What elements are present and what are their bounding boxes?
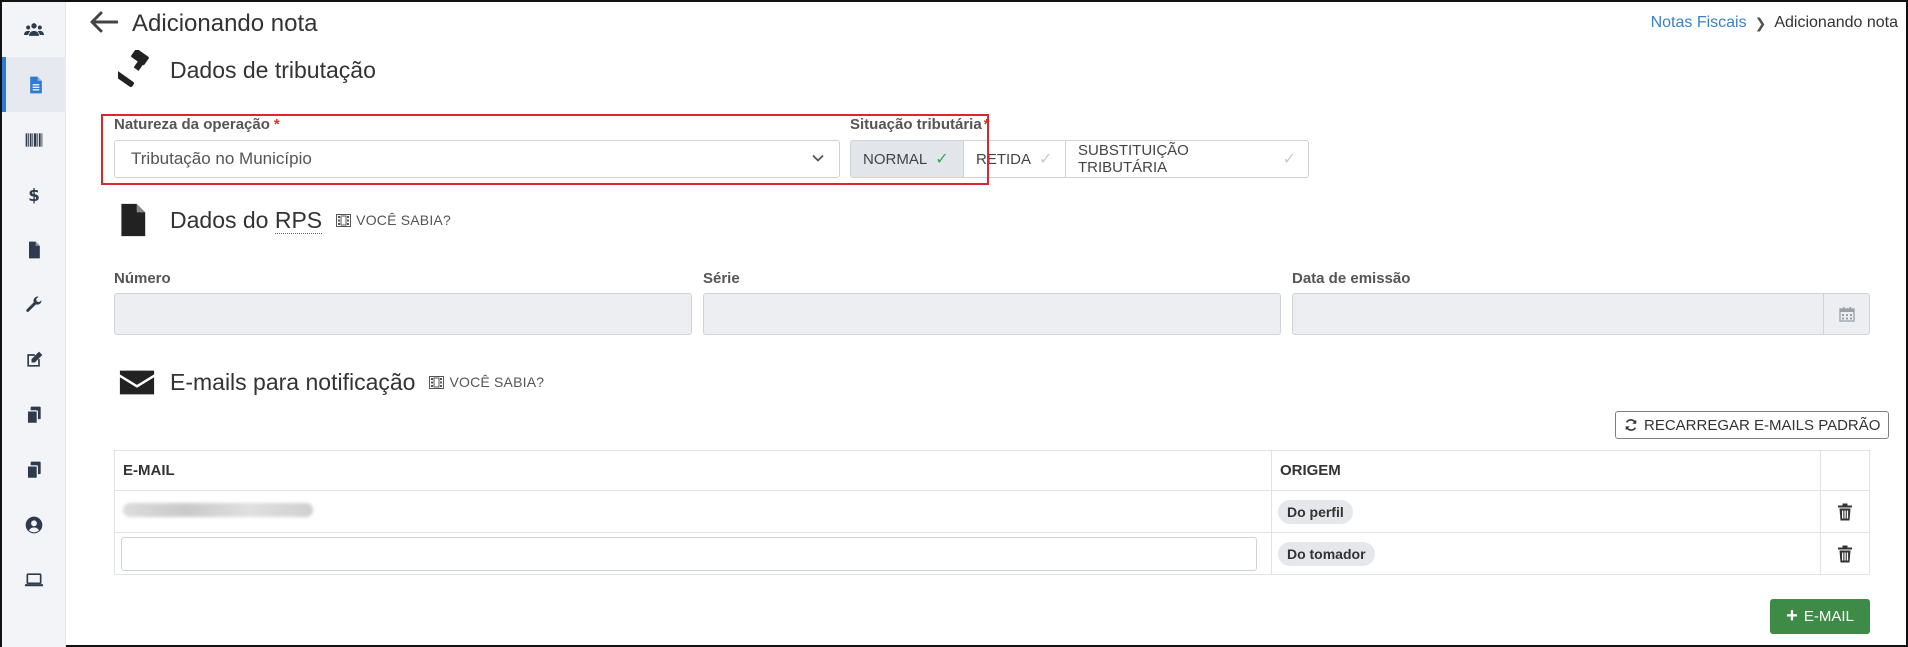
breadcrumb-link-notas-fiscais[interactable]: Notas Fiscais: [1651, 14, 1747, 32]
envelope-icon: [119, 370, 155, 395]
users-icon: [24, 22, 44, 36]
sidebar-item-copiar[interactable]: [2, 387, 66, 442]
section-rps-header: Dados do RPS VOCÊ SABIA?: [118, 200, 451, 240]
check-icon: ✓: [935, 151, 949, 168]
sidebar-item-notas[interactable]: [2, 57, 66, 112]
wrench-icon: [26, 296, 42, 312]
situacao-segmented-control: NORMAL ✓ RETIDA ✓ SUBSTITUIÇÃO TRIBUTÁRIA ✓: [850, 140, 1309, 178]
sidebar-item-financeiro[interactable]: $: [2, 167, 66, 222]
copy-icon: [26, 461, 41, 479]
sidebar-item-ferramentas[interactable]: [2, 277, 66, 332]
situacao-option-retida[interactable]: RETIDA ✓: [963, 140, 1066, 178]
actions-cell: [1820, 490, 1870, 533]
reload-emails-label: RECARREGAR E-MAILS PADRÃO: [1644, 416, 1881, 434]
film-icon: [429, 375, 445, 389]
serie-label: Série: [703, 270, 740, 287]
actions-cell: [1820, 532, 1870, 575]
sidebar-item-perfil[interactable]: [2, 497, 66, 552]
section-tributacao-header: Dados de tributação: [118, 50, 376, 90]
refresh-icon: [1625, 419, 1637, 431]
data-emissao-label: Data de emissão: [1292, 270, 1411, 287]
edit-icon: [27, 351, 43, 367]
laptop-icon: [24, 572, 44, 586]
origem-cell: Do tomador: [1270, 532, 1822, 575]
plus-icon: +: [1786, 605, 1798, 627]
situacao-option-substituicao[interactable]: SUBSTITUIÇÃO TRIBUTÁRIA ✓: [1065, 140, 1309, 178]
email-cell: [114, 532, 1272, 575]
copy-icon: [26, 406, 41, 424]
redacted-email: [123, 503, 313, 517]
page-header: Adicionando nota: [90, 6, 317, 42]
trash-icon[interactable]: [1837, 545, 1853, 563]
email-cell: [114, 490, 1272, 533]
chevron-down-icon: [812, 154, 824, 162]
chevron-right-icon: ❯: [1754, 14, 1767, 31]
email-input[interactable]: [121, 536, 1257, 571]
rps-abbreviation: RPS: [274, 206, 323, 234]
voce-sabia-link-emails[interactable]: VOCÊ SABIA?: [429, 374, 544, 390]
sidebar-item-users[interactable]: [2, 2, 66, 57]
table-row: Do perfil: [114, 490, 1870, 533]
check-icon: ✓: [1039, 151, 1053, 168]
natureza-label: Natureza da operação *: [114, 116, 280, 133]
page-title: Adicionando nota: [132, 10, 318, 37]
voce-sabia-label: VOCÊ SABIA?: [356, 212, 451, 228]
table-row: Do tomador: [114, 532, 1870, 575]
section-emails-header: E-mails para notificação VOCÊ SABIA?: [118, 362, 544, 402]
serie-input[interactable]: [703, 293, 1281, 335]
add-email-label: E-MAIL: [1803, 608, 1854, 625]
natureza-operacao-select[interactable]: Tributação no Município: [114, 140, 840, 178]
data-emissao-input[interactable]: [1292, 293, 1870, 335]
table-header-row: E-MAIL ORIGEM: [114, 450, 1870, 491]
voce-sabia-link-rps[interactable]: VOCÊ SABIA?: [336, 212, 451, 228]
sidebar: $: [2, 2, 66, 647]
gavel-icon: [118, 50, 149, 87]
numero-input[interactable]: [114, 293, 692, 335]
section-title-tributacao: Dados de tributação: [170, 56, 376, 83]
column-header-origem: ORIGEM: [1270, 450, 1822, 491]
file-icon: [121, 203, 146, 237]
required-marker: *: [273, 116, 280, 133]
back-arrow-icon[interactable]: [90, 9, 119, 39]
voce-sabia-label: VOCÊ SABIA?: [449, 374, 545, 390]
origem-badge: Do perfil: [1277, 499, 1353, 524]
situacao-option-normal[interactable]: NORMAL ✓: [850, 140, 964, 178]
svg-text:$: $: [28, 185, 40, 204]
sidebar-item-editar[interactable]: [2, 332, 66, 387]
origem-badge: Do tomador: [1277, 541, 1375, 566]
section-title-rps: Dados do RPS: [170, 206, 323, 234]
calendar-button[interactable]: [1823, 294, 1869, 334]
natureza-selected-value: Tributação no Município: [131, 149, 312, 168]
barcode-icon: [25, 132, 43, 147]
required-marker: *: [983, 116, 990, 133]
file-icon: [30, 76, 42, 93]
column-header-email: E-MAIL: [114, 450, 1272, 491]
emails-table: E-MAIL ORIGEM Do perfil Do tomador: [114, 450, 1870, 575]
origem-cell: Do perfil: [1270, 490, 1822, 533]
situacao-label: Situação tributária *: [850, 116, 990, 133]
sidebar-item-copiar-2[interactable]: [2, 442, 66, 497]
sidebar-item-sistema[interactable]: [2, 552, 66, 607]
film-icon: [336, 213, 352, 227]
numero-label: Número: [114, 270, 171, 287]
situacao-option-label: NORMAL: [863, 150, 928, 168]
document-icon: [29, 241, 40, 258]
trash-icon[interactable]: [1837, 503, 1853, 521]
breadcrumb: Notas Fiscais ❯ Adicionando nota: [1651, 14, 1898, 32]
breadcrumb-current: Adicionando nota: [1774, 14, 1898, 31]
reload-emails-button[interactable]: RECARREGAR E-MAILS PADRÃO: [1615, 411, 1890, 439]
sidebar-item-boletos[interactable]: [2, 112, 66, 167]
add-email-button[interactable]: + E-MAIL: [1770, 599, 1870, 634]
column-header-actions: [1820, 450, 1870, 491]
situacao-option-label: SUBSTITUIÇÃO TRIBUTÁRIA: [1078, 142, 1189, 176]
dollar-icon: $: [28, 185, 40, 204]
section-title-emails: E-mails para notificação: [170, 368, 416, 395]
check-icon: ✓: [1282, 151, 1296, 168]
situacao-option-label: RETIDA: [976, 150, 1032, 168]
calendar-icon: [1838, 307, 1855, 322]
user-circle-icon: [25, 516, 43, 533]
sidebar-item-documentos[interactable]: [2, 222, 66, 277]
